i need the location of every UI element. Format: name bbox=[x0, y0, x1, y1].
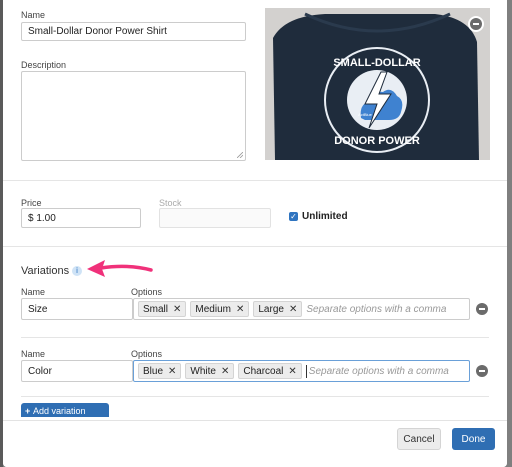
shirt-text-top: SMALL-DOLLAR bbox=[333, 57, 420, 69]
done-button[interactable]: Done bbox=[452, 428, 495, 450]
divider bbox=[21, 337, 489, 338]
remove-tag-icon[interactable]: ✕ bbox=[173, 304, 181, 315]
option-tag-label: Medium bbox=[195, 303, 231, 315]
variation-name-value: Color bbox=[28, 365, 52, 377]
variation-name-label: Name bbox=[21, 349, 46, 359]
divider bbox=[3, 246, 507, 247]
remove-tag-icon[interactable]: ✕ bbox=[289, 304, 297, 315]
stock-label: Stock bbox=[159, 198, 182, 208]
remove-tag-icon[interactable]: ✕ bbox=[288, 366, 296, 377]
plus-icon: + bbox=[25, 406, 31, 416]
variation-options-label: Options bbox=[131, 287, 163, 297]
options-placeholder: Separate options with a comma bbox=[306, 303, 447, 315]
name-input[interactable]: Small-Dollar Donor Power Shirt bbox=[21, 22, 246, 41]
variation-name-label: Name bbox=[21, 287, 46, 297]
remove-tag-icon[interactable]: ✕ bbox=[168, 366, 176, 377]
variation-name-input[interactable]: Size bbox=[21, 298, 133, 320]
option-tag: Charcoal ✕ bbox=[238, 363, 302, 379]
remove-tag-icon[interactable]: ✕ bbox=[221, 366, 229, 377]
unlimited-checkbox[interactable]: ✓ bbox=[289, 212, 298, 221]
option-tag-label: White bbox=[190, 365, 216, 377]
variation-options-input[interactable]: Small ✕ Medium ✕ Large ✕ Separate options w… bbox=[133, 298, 470, 320]
remove-variation-icon[interactable] bbox=[476, 303, 488, 315]
divider bbox=[3, 180, 507, 181]
edit-product-modal: Name Small-Dollar Donor Power Shirt Desc… bbox=[3, 0, 507, 467]
text-caret bbox=[305, 364, 307, 378]
variation-name-value: Size bbox=[28, 303, 48, 315]
remove-image-icon[interactable] bbox=[468, 16, 484, 32]
cancel-button[interactable]: Cancel bbox=[397, 428, 441, 450]
stock-input[interactable] bbox=[159, 208, 271, 228]
name-input-value: Small-Dollar Donor Power Shirt bbox=[28, 26, 167, 37]
name-label: Name bbox=[21, 10, 46, 20]
variation-name-input[interactable]: Color bbox=[21, 360, 133, 382]
option-tag-label: Blue bbox=[143, 365, 164, 377]
shirt-text-bottom: DONOR POWER bbox=[334, 135, 420, 147]
variation-options-label: Options bbox=[131, 349, 163, 359]
add-variation-label: Add variation bbox=[33, 406, 86, 416]
option-tag: Medium ✕ bbox=[190, 301, 250, 317]
variations-title: Variations bbox=[21, 265, 70, 277]
option-tag: Small ✕ bbox=[138, 301, 187, 317]
annotation-arrow-icon bbox=[87, 260, 153, 277]
resize-handle-icon[interactable] bbox=[237, 152, 243, 158]
option-tag: Large ✕ bbox=[253, 301, 303, 317]
divider bbox=[21, 396, 489, 397]
description-textarea[interactable] bbox=[21, 71, 246, 161]
product-image: SMALL-DOLLAR DONOR POWER ActBlue bbox=[265, 8, 490, 160]
add-variation-button[interactable]: + Add variation bbox=[21, 403, 109, 417]
price-label: Price bbox=[21, 198, 42, 208]
option-tag-label: Small bbox=[143, 303, 169, 315]
remove-tag-icon[interactable]: ✕ bbox=[236, 304, 244, 315]
description-label: Description bbox=[21, 60, 67, 70]
shirt-badge-text: ActBlue bbox=[358, 112, 373, 117]
price-value: $ 1.00 bbox=[28, 212, 56, 224]
option-tag: Blue ✕ bbox=[138, 363, 182, 379]
info-icon[interactable]: i bbox=[72, 266, 82, 276]
variation-options-input[interactable]: Blue ✕ White ✕ Charcoal ✕ Separate options … bbox=[133, 360, 470, 382]
option-tag-label: Large bbox=[258, 303, 284, 315]
option-tag: White ✕ bbox=[185, 363, 235, 379]
options-placeholder: Separate options with a comma bbox=[308, 365, 449, 377]
unlimited-label: Unlimited bbox=[302, 211, 348, 222]
price-input[interactable]: $ 1.00 bbox=[21, 208, 141, 228]
option-tag-label: Charcoal bbox=[243, 365, 284, 377]
remove-variation-icon[interactable] bbox=[476, 365, 488, 377]
